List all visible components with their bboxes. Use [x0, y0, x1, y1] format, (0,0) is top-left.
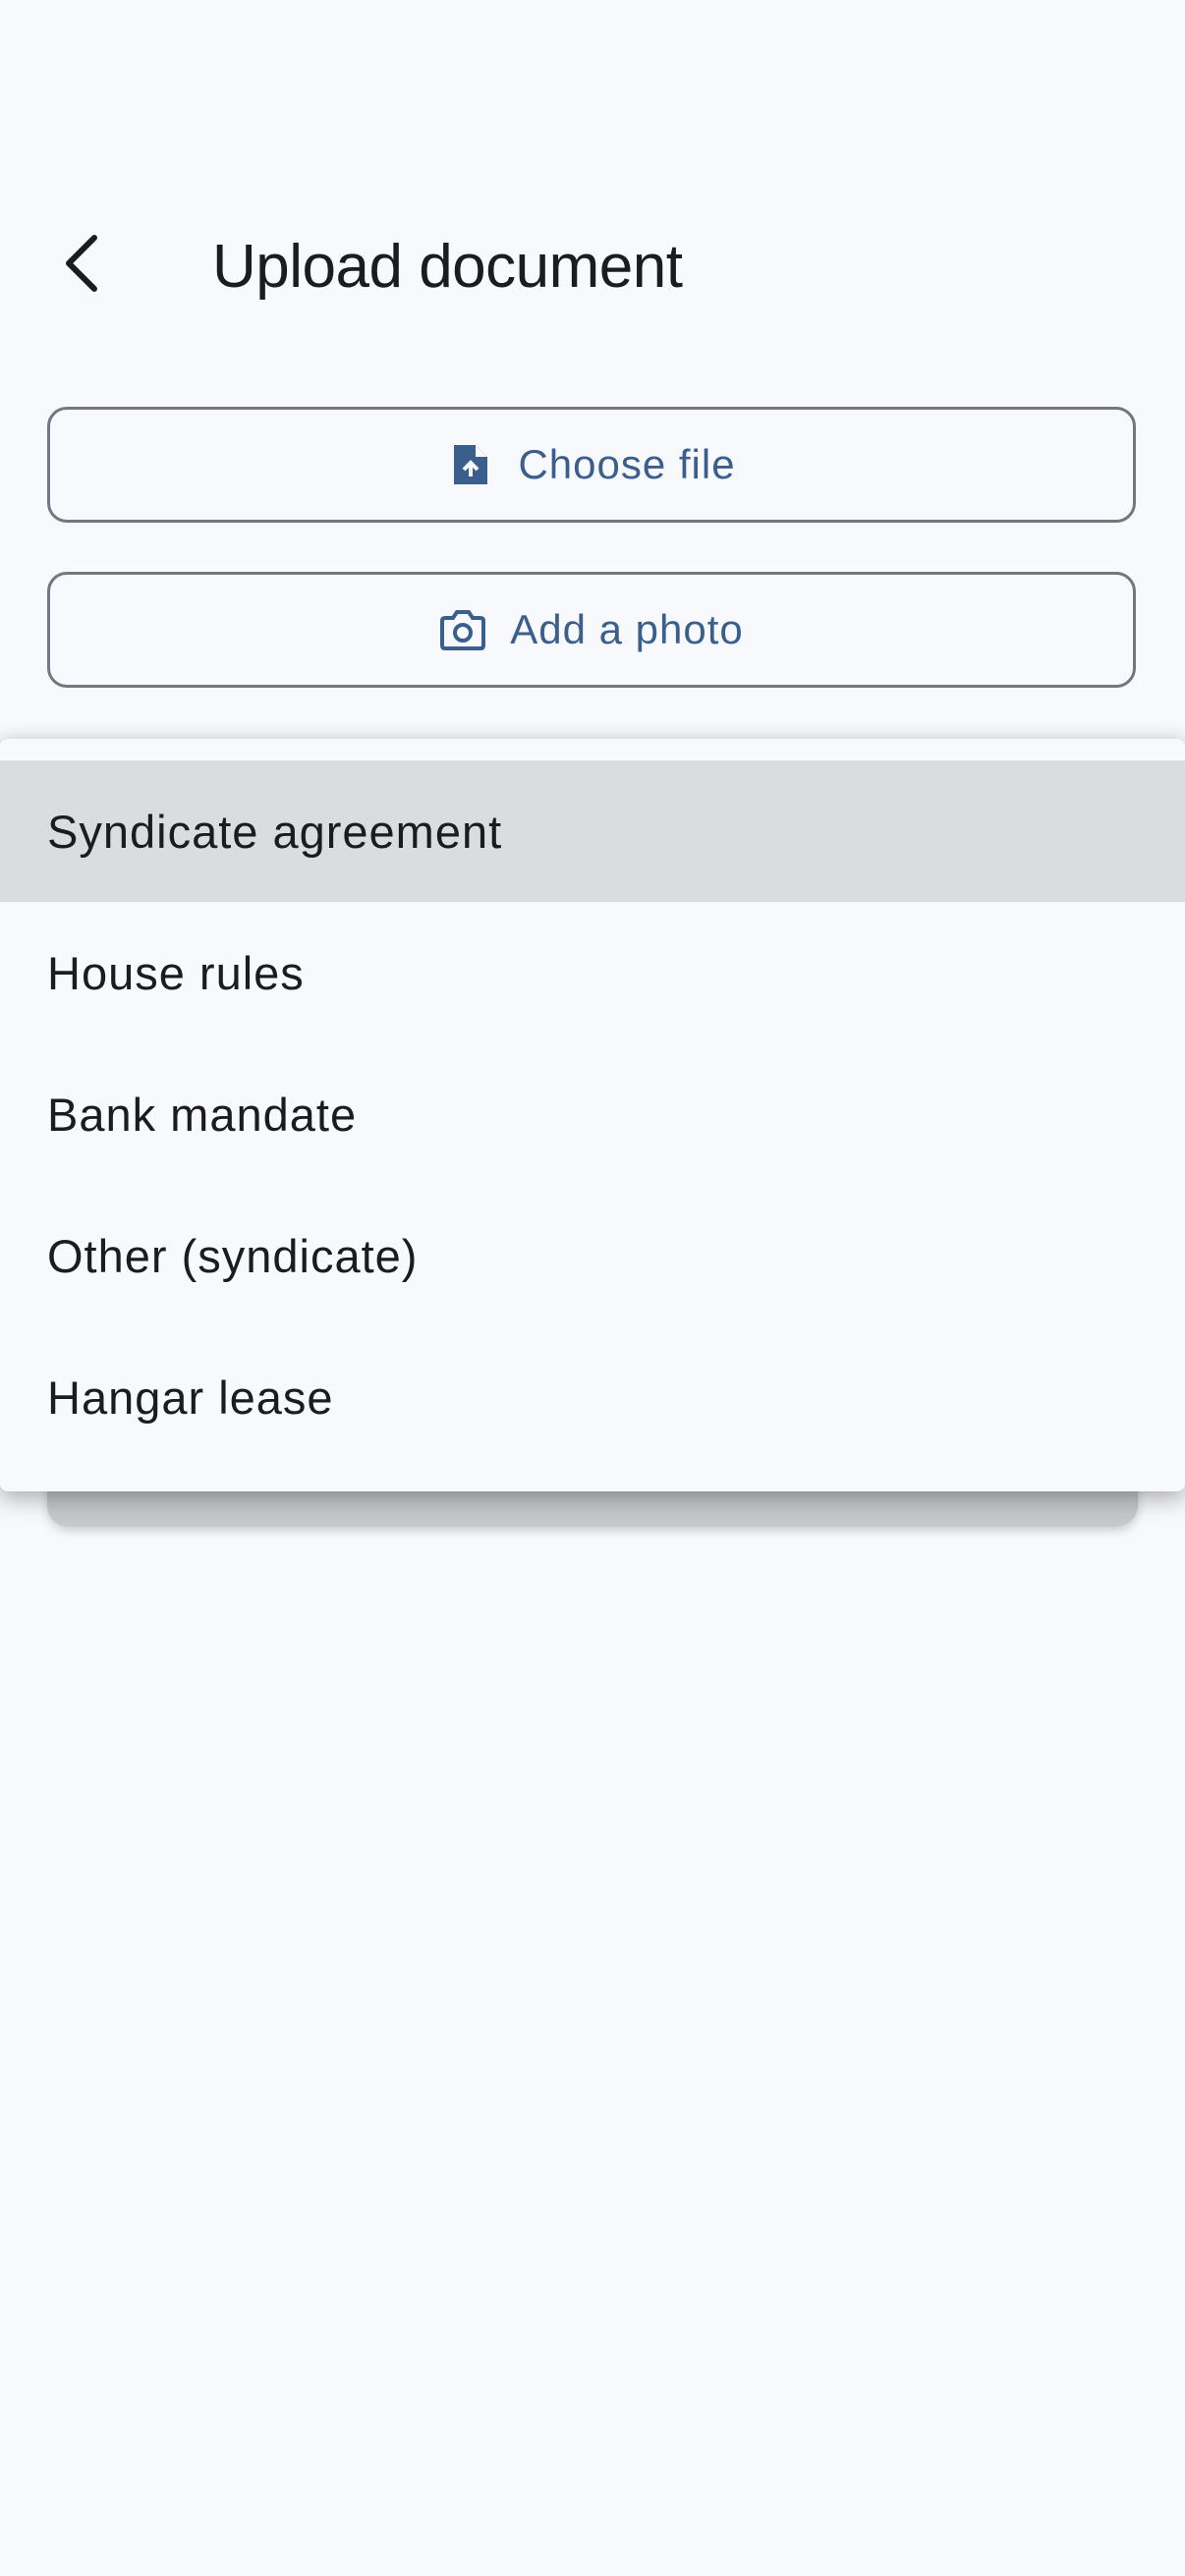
choose-file-label: Choose file — [518, 441, 736, 487]
menu-item-hangar-lease[interactable]: Hangar lease — [0, 1326, 1185, 1468]
back-button[interactable] — [35, 216, 130, 310]
choose-file-button[interactable]: Choose file — [47, 407, 1136, 523]
add-photo-button[interactable]: Add a photo — [47, 572, 1136, 688]
menu-item-other-syndicate[interactable]: Other (syndicate) — [0, 1185, 1185, 1326]
menu-item-house-rules[interactable]: House rules — [0, 902, 1185, 1043]
chevron-left-icon — [66, 235, 97, 292]
add-photo-label: Add a photo — [510, 606, 744, 652]
document-type-menu: Syndicate agreement House rules Bank man… — [0, 739, 1185, 1491]
menu-item-bank-mandate[interactable]: Bank mandate — [0, 1043, 1185, 1185]
page-title: Upload document — [212, 233, 683, 301]
top-app-bar: Upload document — [0, 193, 1185, 342]
camera-icon — [439, 606, 486, 653]
file-upload-icon — [447, 441, 494, 488]
menu-item-syndicate-agreement[interactable]: Syndicate agreement — [0, 760, 1185, 902]
